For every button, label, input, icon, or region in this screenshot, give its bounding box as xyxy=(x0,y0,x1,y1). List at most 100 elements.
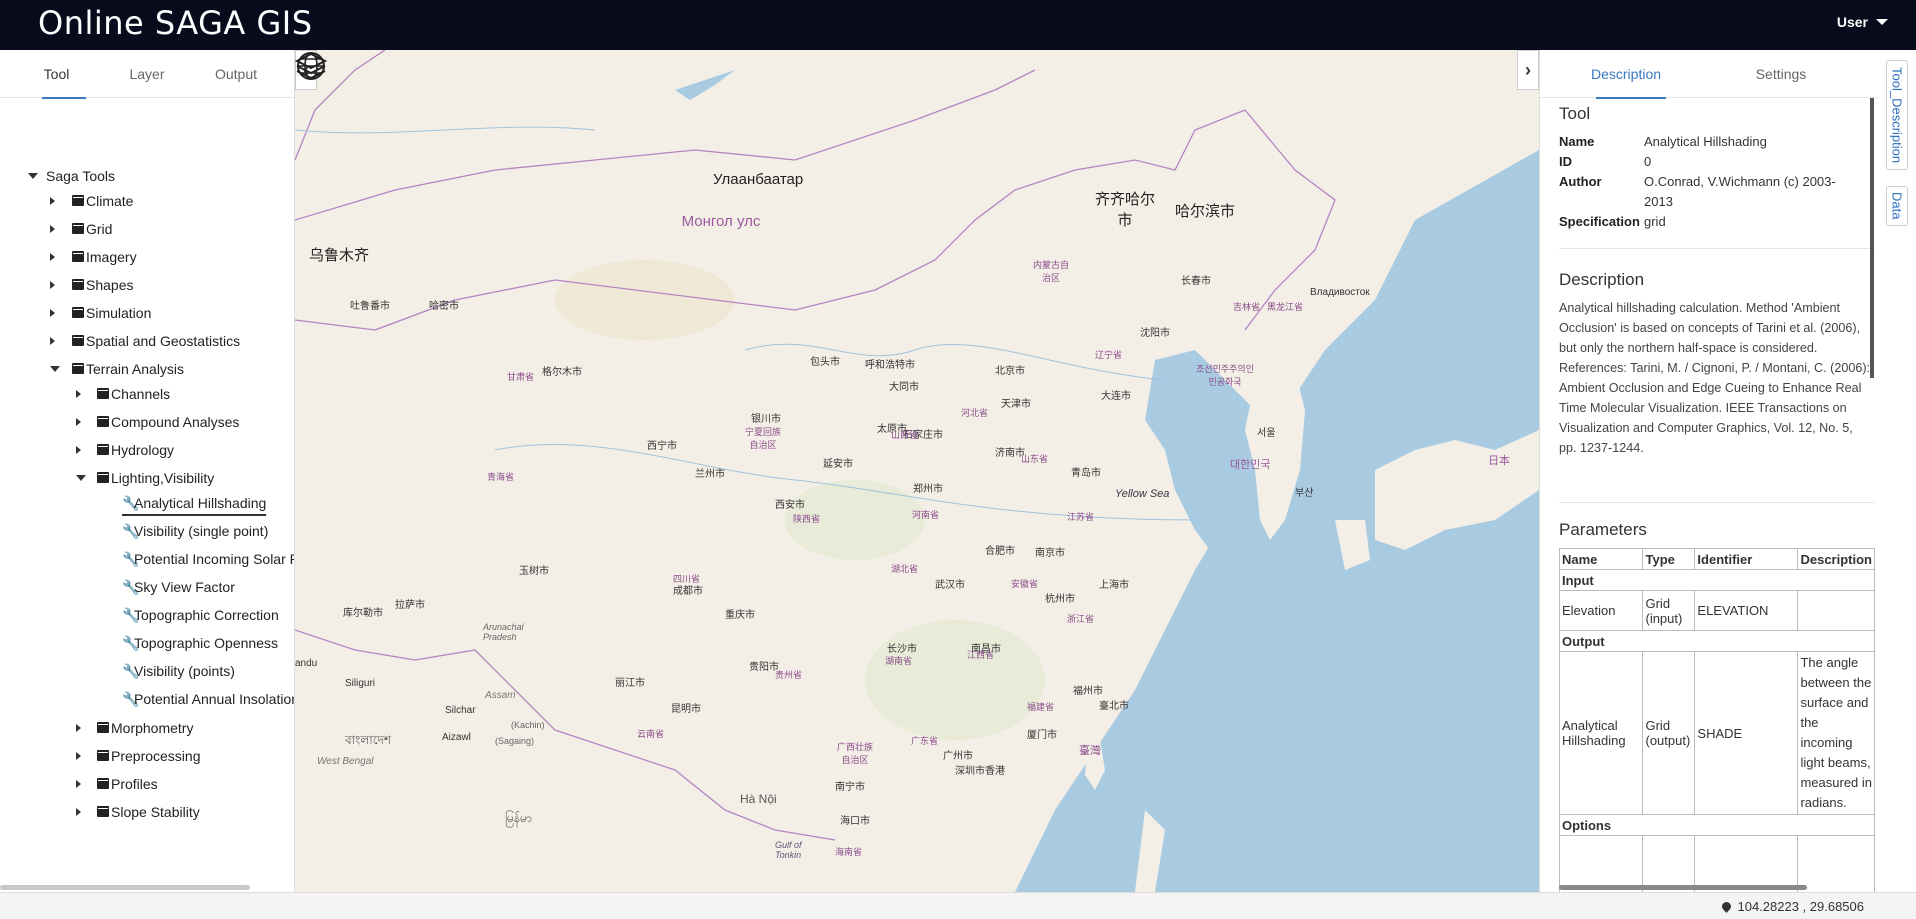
field-name-key: Name xyxy=(1559,134,1595,149)
tool-potential-incoming-solar-radiation[interactable]: 🔧 Potential Incoming Solar Radiation xyxy=(0,548,294,570)
map-label-shaanxi: 陕西省 xyxy=(793,514,821,524)
empty-cell xyxy=(1797,835,1875,892)
map-label-myanmar: မြန်မာ xyxy=(505,811,532,825)
tree-node-channels[interactable]: Channels xyxy=(0,383,240,405)
field-spec-value: grid xyxy=(1644,214,1666,229)
map-label-ningxia: 宁夏回族自治区 xyxy=(744,427,781,450)
description-text: Analytical hillshading calculation. Meth… xyxy=(1559,301,1871,455)
tree-node-morphometry[interactable]: Morphometry xyxy=(0,717,240,739)
tree-node-label: Hydrology xyxy=(111,442,175,458)
map-label-haikou: 海口市 xyxy=(840,816,870,827)
map-label-xiamen: 厦门市 xyxy=(1027,730,1057,741)
collapsed-arrow-icon xyxy=(76,724,81,732)
tree-node-climate[interactable]: Climate xyxy=(0,190,240,212)
tree-node-simulation[interactable]: Simulation xyxy=(0,302,240,324)
table-group-row: Options xyxy=(1559,814,1875,836)
tool-label-selected: Analytical Hillshading xyxy=(122,492,267,516)
map-label-guangzhou: 广州市 xyxy=(943,751,973,762)
collapsed-arrow-icon xyxy=(50,197,55,205)
tree-node-label: Morphometry xyxy=(111,720,194,736)
cursor-coordinates: 104.28223 , 29.68506 xyxy=(1720,899,1864,914)
collapse-right-panel-button[interactable]: › xyxy=(1517,50,1539,90)
tree-node-compound-analyses[interactable]: Compound Analyses xyxy=(0,411,260,433)
side-tab-tool-description[interactable]: Tool_Description xyxy=(1886,60,1908,170)
map-label-nanning: 南宁市 xyxy=(835,782,865,793)
map-label-yushu: 玉树市 xyxy=(519,566,549,577)
map-label-aizawl: Aizawl xyxy=(442,732,471,743)
tab-settings[interactable]: Settings xyxy=(1736,50,1826,98)
folder-icon xyxy=(72,223,84,234)
column-header: Type xyxy=(1642,548,1696,570)
folder-icon xyxy=(97,444,109,455)
tree-node-saga-tools[interactable]: Saga Tools xyxy=(0,165,240,187)
param-type: Grid (output) xyxy=(1642,651,1696,815)
tool-potential-annual-insolation[interactable]: 🔧 Potential Annual Insolation xyxy=(0,688,294,710)
map-label-japan: 日本 xyxy=(1488,455,1510,467)
tree-node-label: Shapes xyxy=(86,277,134,293)
left-panel-horizontal-scrollbar[interactable] xyxy=(0,885,250,890)
side-tab-strip: Tool_Description Data xyxy=(1878,50,1916,892)
tree-node-lighting-visibility[interactable]: Lighting,Visibility xyxy=(0,467,240,489)
tree-node-terrain-analysis[interactable]: Terrain Analysis xyxy=(0,358,240,380)
map-label-hohhot: 呼和浩特市 xyxy=(865,360,915,371)
tool-topographic-openness[interactable]: 🔧 Topographic Openness xyxy=(0,632,278,654)
group-label-input: Input xyxy=(1559,569,1875,591)
expanded-arrow-icon xyxy=(28,173,38,179)
tool-visibility-points[interactable]: 🔧 Visibility (points) xyxy=(0,660,240,682)
field-author-value: O.Conrad, V.Wichmann (c) 2003-2013 xyxy=(1644,174,1836,209)
app-root: Online SAGA GIS User Tool Layer Output S… xyxy=(0,0,1916,919)
tree-node-grid[interactable]: Grid xyxy=(0,218,240,240)
map-label-inner-mongolia: 内蒙古自治区 xyxy=(1032,260,1069,283)
tree-node-label: Grid xyxy=(86,221,113,237)
user-menu-button[interactable]: User xyxy=(1837,14,1888,30)
tool-topographic-correction[interactable]: 🔧 Topographic Correction xyxy=(0,604,279,626)
collapsed-arrow-icon xyxy=(76,418,81,426)
map-label-yellow-sea: Yellow Sea xyxy=(1115,488,1170,500)
tab-tool[interactable]: Tool xyxy=(0,50,113,99)
map-label-jilin: 吉林省 xyxy=(1233,302,1261,312)
right-panel-horizontal-scrollbar[interactable] xyxy=(1559,885,1807,890)
tool-analytical-hillshading[interactable]: 🔧 Analytical Hillshading xyxy=(0,492,267,516)
tree-node-shapes[interactable]: Shapes xyxy=(0,274,240,296)
tab-output[interactable]: Output xyxy=(200,50,272,98)
side-tab-data[interactable]: Data xyxy=(1886,186,1908,226)
tree-node-label: Terrain Analysis xyxy=(86,361,185,377)
map-label-hangzhou: 杭州市 xyxy=(1045,594,1075,605)
tab-layer[interactable]: Layer xyxy=(113,50,181,98)
map-view[interactable]: Улаанбаатар Монгол улс 乌鲁木齐 齐齐哈尔市 哈尔滨市 Y… xyxy=(295,50,1539,892)
map-label-xining: 西宁市 xyxy=(647,441,677,452)
tool-sky-view-factor[interactable]: 🔧 Sky View Factor xyxy=(0,576,240,598)
map-label-hefei: 合肥市 xyxy=(985,546,1015,557)
tree-node-hydrology[interactable]: Hydrology xyxy=(0,439,240,461)
tree-node-profiles[interactable]: Profiles xyxy=(0,773,240,795)
map-label-hunan: 湖南省 xyxy=(885,656,913,666)
tree-node-label: Channels xyxy=(111,386,171,402)
collapsed-arrow-icon xyxy=(76,780,81,788)
right-panel-vertical-scrollbar[interactable] xyxy=(1870,98,1874,378)
map-label-lijiang: 丽江市 xyxy=(615,678,645,689)
folder-icon xyxy=(97,750,109,761)
map-label-hubei: 湖北省 xyxy=(891,564,919,574)
param-description: The angle between the surface and the in… xyxy=(1797,651,1875,815)
tool-label: Visibility (single point) xyxy=(134,523,269,539)
group-label-options: Options xyxy=(1559,814,1875,836)
basemap-graphic xyxy=(295,50,1539,892)
map-label-hami: 哈密市 xyxy=(429,301,459,312)
map-label-hainan: 海南省 xyxy=(835,847,863,857)
tree-node-preprocessing[interactable]: Preprocessing xyxy=(0,745,240,767)
tool-visibility-single-point[interactable]: 🔧 Visibility (single point) xyxy=(0,520,268,542)
layers-icon[interactable] xyxy=(295,50,327,82)
map-label-fujian: 福建省 xyxy=(1027,702,1055,712)
collapsed-arrow-icon xyxy=(50,281,55,289)
param-identifier: ELEVATION xyxy=(1694,590,1799,631)
table-group-row: Output xyxy=(1559,630,1875,652)
tree-node-slope-stability[interactable]: Slope Stability xyxy=(0,801,240,823)
empty-cell xyxy=(1694,835,1799,892)
collapsed-arrow-icon xyxy=(50,225,55,233)
tree-node-imagery[interactable]: Imagery xyxy=(0,246,240,268)
tab-description[interactable]: Description xyxy=(1578,50,1674,99)
app-title[interactable]: Online SAGA GIS xyxy=(38,4,313,42)
tool-label: Topographic Openness xyxy=(134,635,278,651)
map-label-busan: 부산 xyxy=(1295,488,1314,499)
tree-node-spatial-geostatistics[interactable]: Spatial and Geostatistics xyxy=(0,330,260,352)
